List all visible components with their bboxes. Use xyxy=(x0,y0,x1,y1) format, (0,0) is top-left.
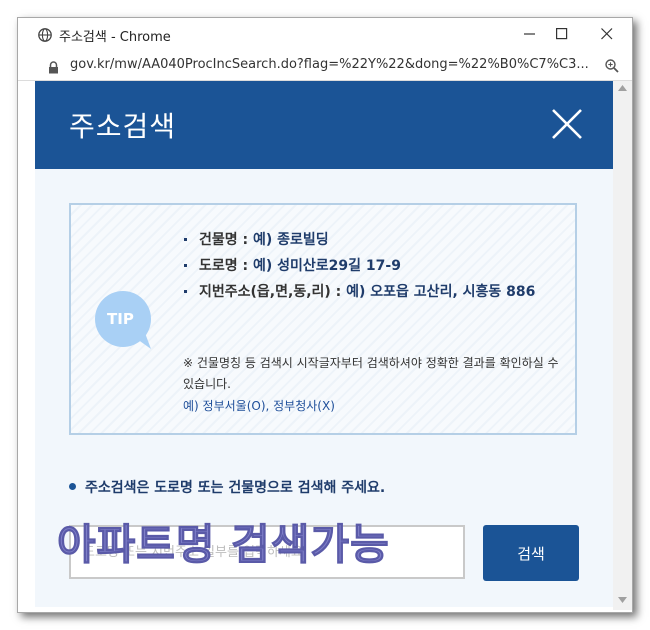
search-button[interactable]: 검색 xyxy=(483,525,579,581)
lock-icon xyxy=(48,59,59,78)
search-note-example: 예) 정부서울(O), 정부청사(X) xyxy=(183,399,335,413)
dialog-header: 주소검색 xyxy=(35,81,613,169)
minimize-icon xyxy=(524,33,535,35)
search-input[interactable] xyxy=(69,525,465,579)
minimize-button[interactable] xyxy=(516,22,544,46)
scroll-up-icon[interactable] xyxy=(618,85,627,91)
tip-box: TIP 건물명 : 예) 종로빌딩 도로명 : 예) 성미산로29길 17-9 … xyxy=(69,203,577,435)
dialog-close-button[interactable] xyxy=(550,107,584,141)
dialog-content: TIP 건물명 : 예) 종로빌딩 도로명 : 예) 성미산로29길 17-9 … xyxy=(35,169,613,607)
close-icon xyxy=(552,109,582,139)
url-text[interactable]: gov.kr/mw/AA040ProcIncSearch.do?flag=%22… xyxy=(70,57,590,72)
address-bar[interactable]: gov.kr/mw/AA040ProcIncSearch.do?flag=%22… xyxy=(18,50,632,81)
scroll-down-icon[interactable] xyxy=(618,597,627,603)
tip-bubble-icon: TIP xyxy=(93,289,157,353)
zoom-icon[interactable] xyxy=(605,58,619,77)
tip-item: 도로명 : 예) 성미산로29길 17-9 xyxy=(183,253,563,279)
maximize-icon xyxy=(556,28,568,40)
tip-list: 건물명 : 예) 종로빌딩 도로명 : 예) 성미산로29길 17-9 지번주소… xyxy=(183,227,563,305)
dialog-title: 주소검색 xyxy=(69,110,177,143)
window-title: 주소검색 - Chrome xyxy=(59,30,171,45)
scrollbar[interactable] xyxy=(613,81,632,610)
browser-window: 주소검색 - Chrome gov.kr/mw/AA040ProcIncSear… xyxy=(17,17,633,613)
title-bar: 주소검색 - Chrome xyxy=(18,18,632,50)
guide-text: 주소검색은 도로명 또는 건물명으로 검색해 주세요. xyxy=(85,480,386,496)
bullet-icon xyxy=(69,482,76,490)
tip-item: 지번주소(읍,면,동,리) : 예) 오포읍 고산리, 시흥동 886 xyxy=(183,279,563,305)
tip-label: TIP xyxy=(107,310,134,328)
globe-icon xyxy=(38,27,52,42)
window-close-button[interactable] xyxy=(593,22,621,46)
close-icon xyxy=(601,28,613,40)
tip-item: 건물명 : 예) 종로빌딩 xyxy=(183,227,563,253)
maximize-button[interactable] xyxy=(548,22,576,46)
search-note: ※ 건물명칭 등 검색시 시작글자부터 검색하셔야 정확한 결과를 확인하실 수… xyxy=(183,356,559,391)
search-guide: 주소검색은 도로명 또는 건물명으로 검색해 주세요. xyxy=(69,477,385,497)
